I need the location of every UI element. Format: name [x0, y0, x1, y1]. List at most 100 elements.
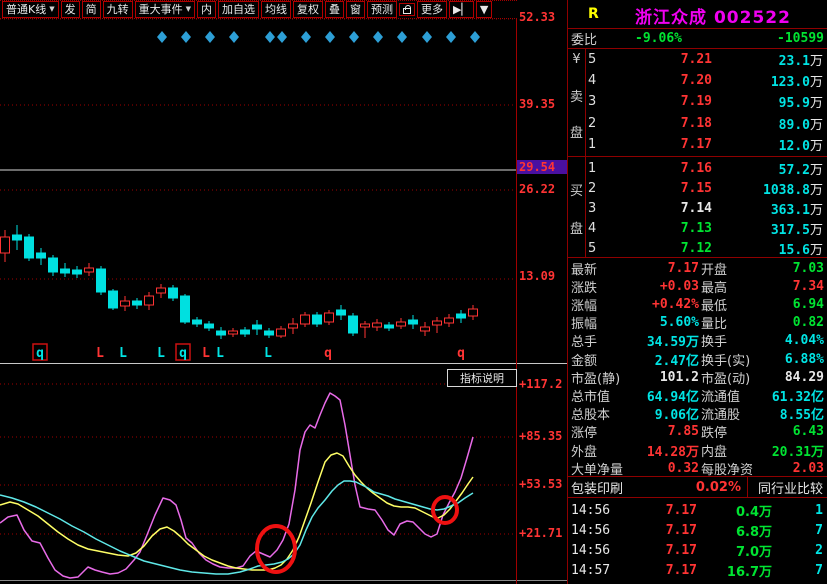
event-diamond-icon[interactable]: [277, 31, 287, 43]
volume: 317.5万: [771, 219, 823, 238]
stat-row: 市盈(静)101.2市盈(动)84.29: [568, 368, 827, 386]
stat-label: 量比: [701, 313, 727, 332]
signal-marker: q: [324, 346, 332, 361]
indicator-help-button[interactable]: 指标说明: [447, 369, 517, 387]
industry-compare-button[interactable]: 同行业比较: [758, 478, 823, 497]
candle-body[interactable]: [73, 270, 82, 274]
order-book-row[interactable]: 17.1657.2万: [585, 158, 827, 178]
trade-count: 2: [815, 543, 823, 558]
order-book-row[interactable]: 27.1889.0万: [585, 113, 827, 133]
candle-body[interactable]: [277, 329, 286, 336]
candle-body[interactable]: [217, 331, 226, 335]
candle-body[interactable]: [409, 320, 418, 324]
candle-body[interactable]: [265, 331, 274, 335]
candle-body[interactable]: [229, 331, 238, 334]
candle-body[interactable]: [25, 237, 34, 258]
candle-body[interactable]: [145, 296, 154, 305]
event-diamond-icon[interactable]: [181, 31, 191, 43]
trade-row: 14:567.177.0万2: [568, 540, 827, 560]
stat-value: 8.55亿: [780, 404, 824, 423]
industry-name[interactable]: 包装印刷: [571, 478, 623, 497]
order-book-row[interactable]: 57.2123.1万: [585, 49, 827, 69]
indicator-axis-label: +117.2: [519, 377, 562, 391]
candle-body[interactable]: [445, 318, 454, 323]
candle-body[interactable]: [157, 288, 166, 293]
candle-body[interactable]: [385, 325, 394, 328]
order-book-row[interactable]: 47.13317.5万: [585, 218, 827, 238]
order-book-row[interactable]: 17.1712.0万: [585, 135, 827, 155]
order-book-row[interactable]: 27.151038.8万: [585, 178, 827, 198]
candle-body[interactable]: [181, 296, 190, 322]
candle-body[interactable]: [253, 325, 262, 329]
candle-body[interactable]: [13, 235, 22, 240]
candle-body[interactable]: [109, 291, 118, 308]
event-diamond-icon[interactable]: [265, 31, 275, 43]
candle-body[interactable]: [361, 324, 370, 327]
candle-body[interactable]: [85, 268, 94, 272]
event-diamond-icon[interactable]: [205, 31, 215, 43]
volume: 23.1万: [779, 50, 823, 69]
event-diamond-icon[interactable]: [229, 31, 239, 43]
order-book-row[interactable]: 37.14363.1万: [585, 198, 827, 218]
event-diamond-icon[interactable]: [446, 31, 456, 43]
event-diamond-icon[interactable]: [373, 31, 383, 43]
candle-body[interactable]: [61, 269, 70, 273]
trade-volume: 16.7万: [727, 561, 772, 580]
stat-label: 总手: [571, 331, 597, 350]
candle-body[interactable]: [97, 269, 106, 292]
candle-body[interactable]: [469, 309, 478, 316]
stat-label: 市盈(静): [571, 368, 620, 387]
volume: 123.0万: [771, 71, 823, 90]
price-axis: 52.3339.3529.5426.2213.09+117.2+85.35+53…: [517, 0, 568, 584]
stat-label: 跌停: [701, 422, 727, 441]
candle-body[interactable]: [421, 327, 430, 331]
level: 3: [588, 94, 602, 109]
order-book-row[interactable]: 37.1995.9万: [585, 92, 827, 112]
stat-label: 总股本: [571, 404, 610, 423]
candle-body[interactable]: [133, 301, 142, 305]
trade-row: 14:567.170.4万1: [568, 500, 827, 520]
event-diamond-icon[interactable]: [349, 31, 359, 43]
candle-body[interactable]: [349, 316, 358, 333]
candle-body[interactable]: [289, 324, 298, 328]
candle-body[interactable]: [1, 237, 10, 253]
candle-body[interactable]: [337, 310, 346, 315]
signal-marker: q: [179, 346, 187, 361]
price: 7.21: [602, 52, 712, 67]
stock-title[interactable]: 浙江众成 002522: [608, 3, 818, 28]
industry-change: 0.02%: [696, 480, 741, 495]
order-book-row[interactable]: 47.20123.0万: [585, 70, 827, 90]
event-diamond-icon[interactable]: [422, 31, 432, 43]
event-diamond-icon[interactable]: [397, 31, 407, 43]
candle-body[interactable]: [121, 301, 130, 306]
candle-body[interactable]: [169, 288, 178, 298]
candle-body[interactable]: [433, 321, 442, 325]
stat-label: 开盘: [701, 259, 727, 278]
stat-label: 换手(实): [701, 350, 750, 369]
candle-body[interactable]: [313, 315, 322, 324]
level: 4: [588, 221, 602, 236]
stat-value: 5.60%: [660, 315, 699, 330]
candle-body[interactable]: [193, 320, 202, 324]
event-diamond-icon[interactable]: [301, 31, 311, 43]
candle-body[interactable]: [241, 330, 250, 334]
event-diamond-icon[interactable]: [157, 31, 167, 43]
stat-value: +0.42%: [652, 297, 699, 312]
stat-label: 振幅: [571, 313, 597, 332]
candle-body[interactable]: [301, 315, 310, 324]
event-diamond-icon[interactable]: [470, 31, 480, 43]
candle-body[interactable]: [37, 253, 46, 258]
candle-body[interactable]: [373, 323, 382, 327]
candle-body[interactable]: [457, 314, 466, 318]
order-book-row[interactable]: 57.1215.6万: [585, 238, 827, 258]
sell-label-1: 卖: [568, 86, 585, 105]
candle-body[interactable]: [49, 258, 58, 272]
event-diamond-icon[interactable]: [325, 31, 335, 43]
candle-body[interactable]: [397, 322, 406, 326]
candle-body[interactable]: [325, 313, 334, 322]
stat-label: 市盈(动): [701, 368, 750, 387]
stat-row: 振幅5.60%量比0.82: [568, 314, 827, 332]
kline-indicator-chart[interactable]: qLLLqLLLqq: [0, 0, 517, 584]
candle-body[interactable]: [205, 324, 214, 328]
industry-row[interactable]: 包装印刷 0.02% 同行业比较: [568, 477, 827, 497]
